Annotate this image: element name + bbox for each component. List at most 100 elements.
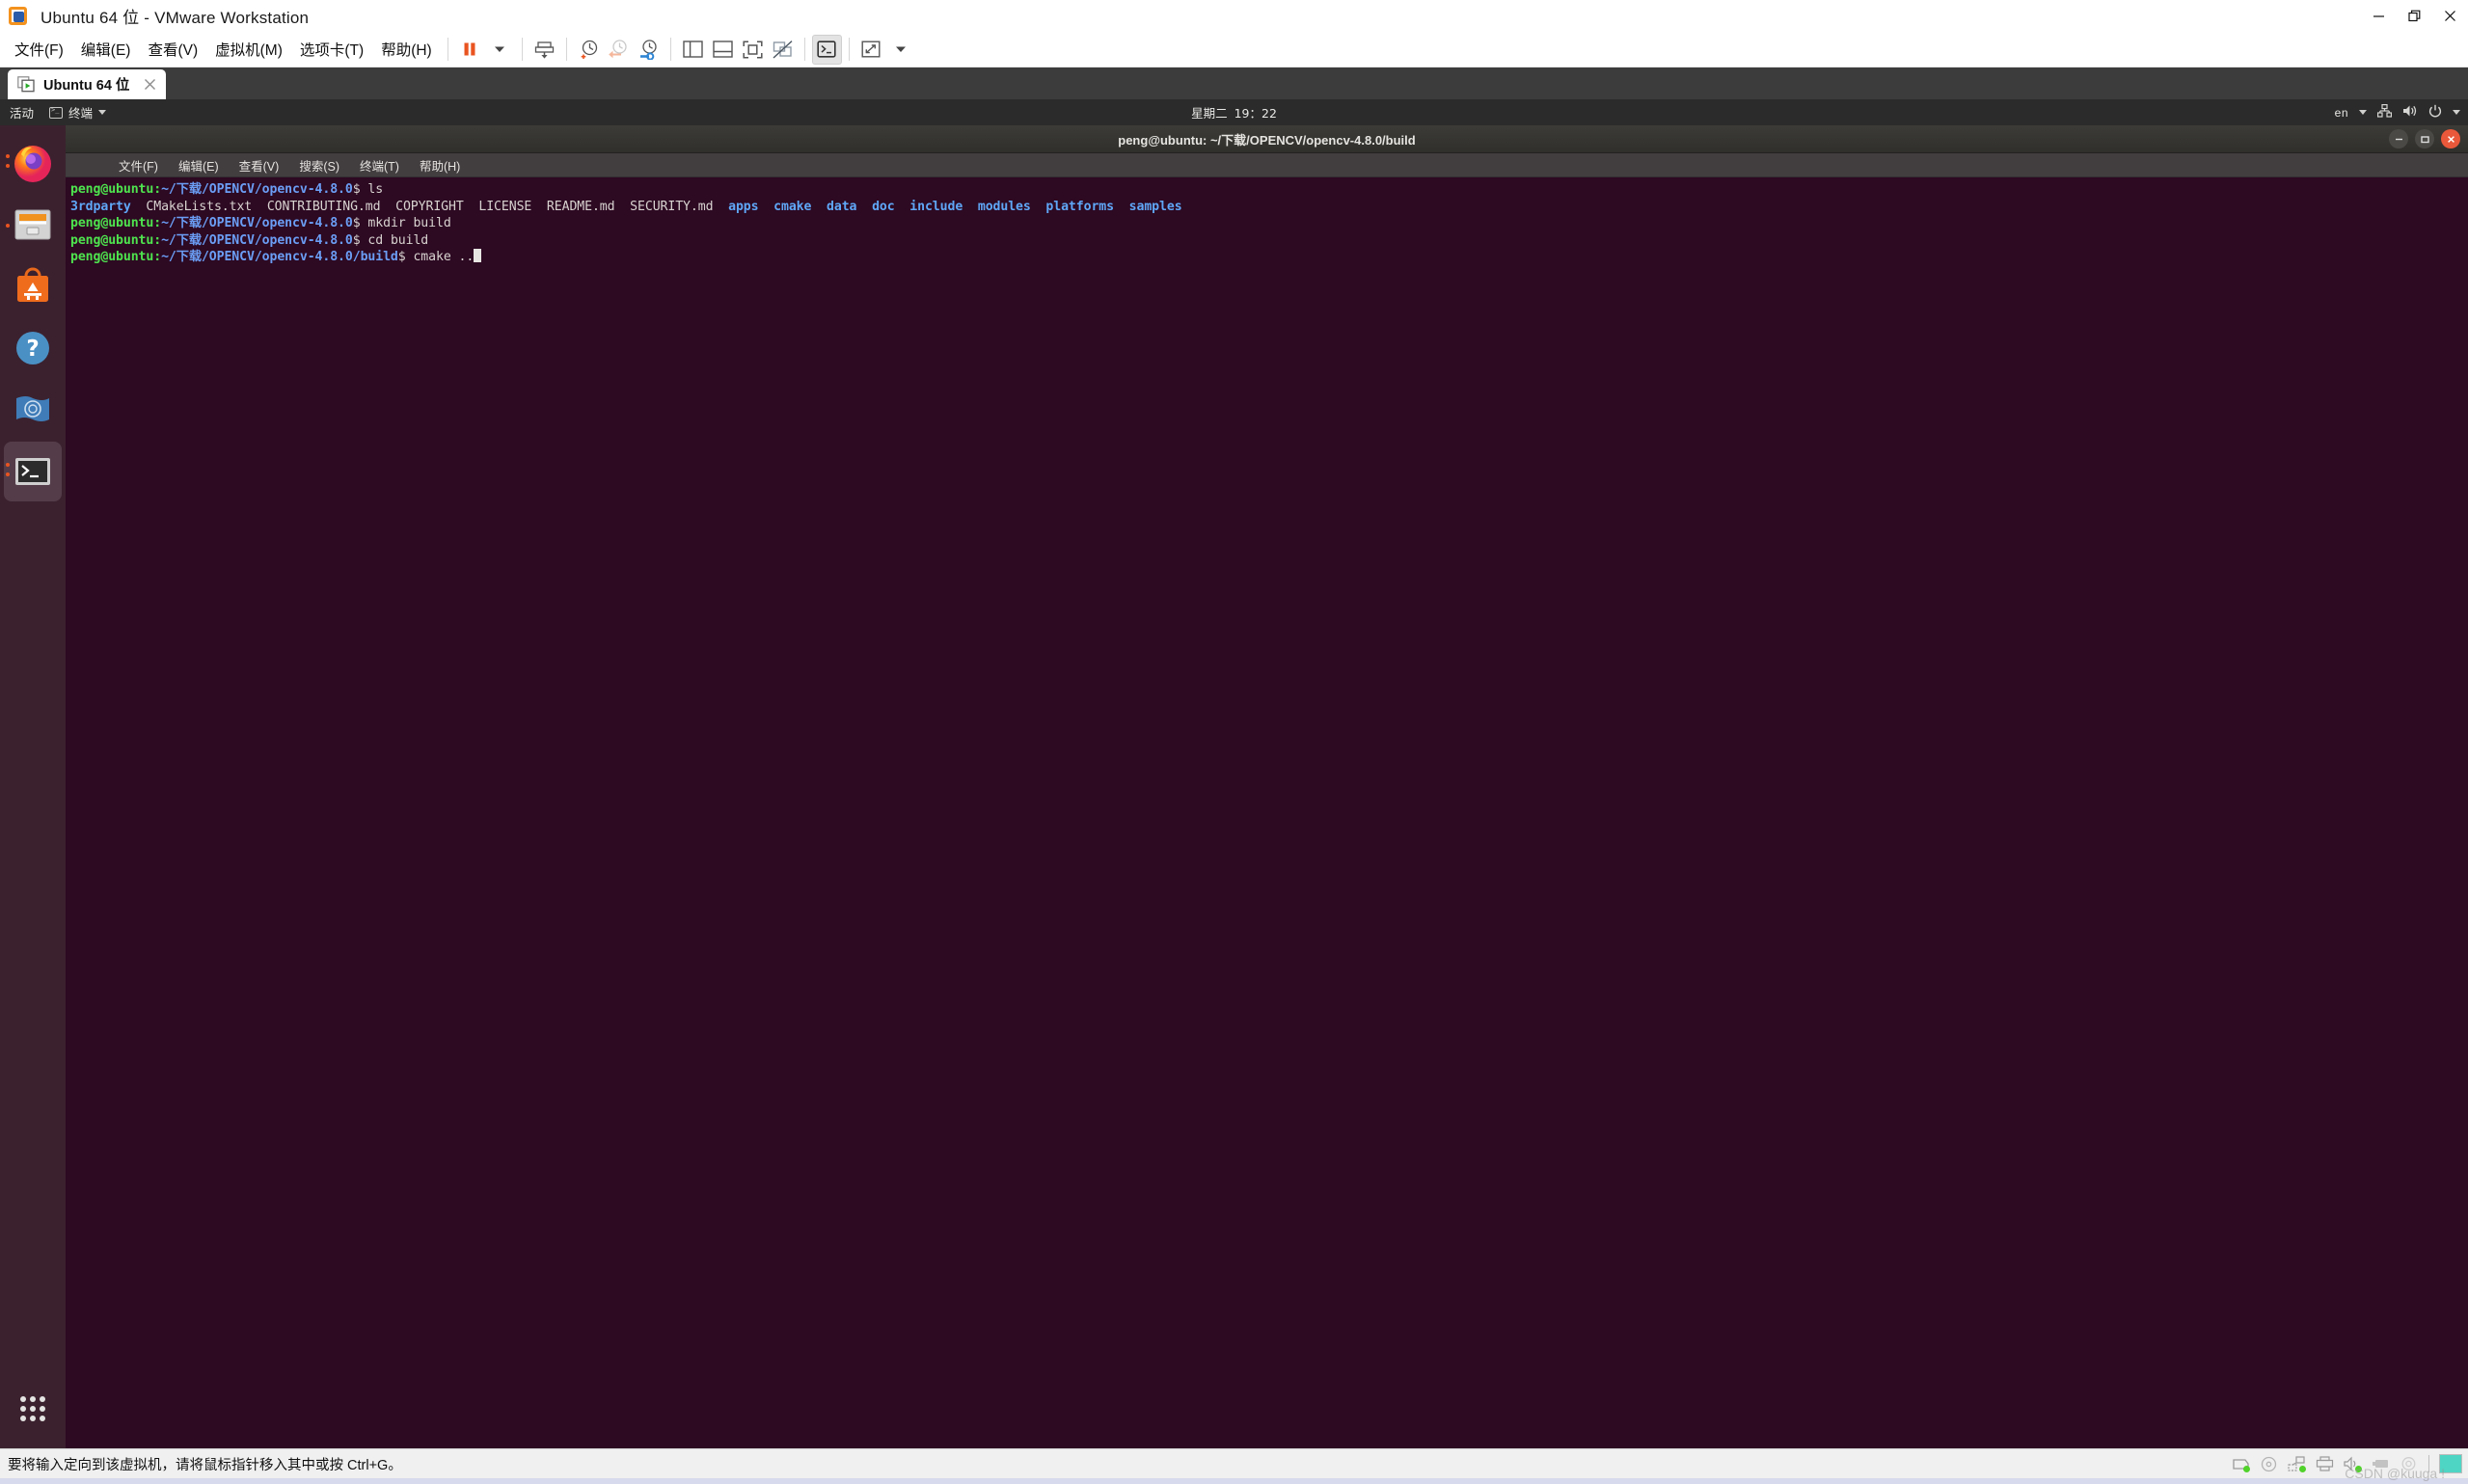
menu-file[interactable]: 文件(F): [6, 35, 72, 64]
activities-button[interactable]: 活动: [10, 103, 34, 121]
dock-item-firefox[interactable]: [4, 133, 62, 193]
status-network-icon[interactable]: [2286, 1454, 2307, 1473]
minimize-icon: [2395, 138, 2402, 140]
menu-edit[interactable]: 编辑(E): [72, 35, 140, 64]
network-icon: [2377, 104, 2393, 121]
vmware-workstation-window: Ubuntu 64 位 - VMware Workstation 文件(F) 编…: [0, 0, 2468, 1484]
help-icon: ?: [12, 327, 54, 369]
stretch-dropdown[interactable]: [886, 35, 916, 65]
show-applications-button[interactable]: [4, 1381, 62, 1437]
vmware-logo-icon: [8, 6, 29, 27]
terminal-cursor: [474, 249, 482, 263]
status-separator: [2428, 1455, 2429, 1472]
dock-item-amazon[interactable]: [4, 380, 62, 440]
terminal-line: peng@ubuntu:~/下载/OPENCV/opencv-4.8.0$ cd…: [70, 232, 2468, 250]
status-message: 要将输入定向到该虚拟机，请将鼠标指针移入其中或按 Ctrl+G。: [8, 1457, 402, 1473]
caret-down-icon: [2453, 110, 2460, 115]
volume-icon: [2402, 104, 2418, 121]
menu-help[interactable]: 帮助(H): [372, 35, 441, 64]
status-harddisk-icon[interactable]: [2230, 1454, 2251, 1473]
terminal-dir-entry: apps: [713, 199, 759, 214]
toolbar-separator: [848, 38, 850, 61]
menu-view[interactable]: 查看(V): [139, 35, 206, 64]
terminal-dir-entry: 3rdparty: [70, 199, 131, 214]
tab-close-button[interactable]: [141, 76, 158, 94]
close-button[interactable]: [2432, 0, 2468, 32]
terminal-dir-entry: doc: [856, 199, 895, 214]
terminal-prompt-sep: :: [153, 232, 162, 248]
caret-down-icon: [98, 110, 107, 115]
clock-button[interactable]: 星期二 19：22: [1191, 103, 1277, 121]
term-menu-file[interactable]: 文件(F): [119, 156, 158, 175]
keyboard-layout-indicator[interactable]: en: [2335, 106, 2348, 120]
power-dropdown[interactable]: [485, 35, 515, 65]
dock-item-help[interactable]: ?: [4, 318, 62, 378]
sidebar-panel-icon: [683, 40, 703, 58]
term-menu-view[interactable]: 查看(V): [239, 156, 280, 175]
clock-back-icon: [609, 40, 627, 59]
terminal-file-entry: CONTRIBUTING.md: [252, 199, 381, 214]
terminal-minimize-button[interactable]: [2389, 129, 2408, 148]
status-sound-icon[interactable]: [2342, 1454, 2363, 1473]
clock-wrench-icon: [640, 40, 657, 60]
console-view-button[interactable]: [811, 34, 842, 65]
suspend-button[interactable]: [455, 35, 485, 65]
terminal-command: $ ls: [352, 182, 384, 197]
unity-mode-button[interactable]: [768, 35, 798, 65]
status-usb-icon[interactable]: [2370, 1454, 2391, 1473]
fullscreen-button[interactable]: [738, 35, 768, 65]
maximize-icon: [2420, 135, 2429, 143]
toolbar-separator: [521, 38, 523, 61]
terminal-line: peng@ubuntu:~/下载/OPENCV/opencv-4.8.0$ mk…: [70, 215, 2468, 232]
terminal-icon: [49, 106, 64, 119]
tab-strip: Ubuntu 64 位: [0, 67, 2468, 99]
dock-item-files[interactable]: [4, 195, 62, 255]
term-menu-terminal[interactable]: 终端(T): [360, 156, 399, 175]
snapshot-manager-button[interactable]: [529, 35, 559, 65]
dock-item-terminal[interactable]: [4, 442, 62, 501]
system-indicators[interactable]: en: [2335, 104, 2460, 121]
status-cdrom-icon[interactable]: [2258, 1454, 2279, 1473]
terminal-file-entry: README.md: [531, 199, 615, 214]
terminal-output[interactable]: peng@ubuntu:~/下载/OPENCV/opencv-4.8.0$ ls…: [66, 177, 2468, 1448]
term-menu-edit[interactable]: 编辑(E): [178, 156, 219, 175]
show-library-button[interactable]: [678, 35, 708, 65]
menu-vm[interactable]: 虚拟机(M): [206, 35, 291, 64]
power-icon: [2428, 104, 2442, 121]
status-screen-thumbnail[interactable]: [2439, 1454, 2462, 1473]
restore-button[interactable]: [2397, 0, 2432, 32]
terminal-maximize-button[interactable]: [2415, 129, 2434, 148]
guest-screen[interactable]: 活动 终端 星期二 19：22 en: [0, 99, 2468, 1448]
term-menu-search[interactable]: 搜索(S): [299, 156, 339, 175]
menu-tabs[interactable]: 选项卡(T): [291, 35, 372, 64]
take-snapshot-button[interactable]: [574, 35, 604, 65]
minimize-button[interactable]: [2361, 0, 2397, 32]
terminal-dir-entry: samples: [1113, 199, 1182, 214]
terminal-prompt-user: peng@ubuntu: [70, 182, 154, 197]
terminal-prompt-sep: :: [153, 182, 162, 197]
gnome-topbar: 活动 终端 星期二 19：22 en: [0, 99, 2468, 125]
vm-running-icon: [17, 76, 36, 93]
terminal-dir-entry: cmake: [758, 199, 812, 214]
terminal-titlebar[interactable]: peng@ubuntu: ~/下载/OPENCV/opencv-4.8.0/bu…: [66, 125, 2468, 153]
flag-icon: [12, 389, 54, 431]
status-printer-icon[interactable]: [2314, 1454, 2335, 1473]
unity-disabled-icon: [773, 40, 793, 59]
app-menu-button[interactable]: 终端: [49, 103, 107, 121]
status-camera-icon[interactable]: [2398, 1454, 2419, 1473]
expand-arrows-icon: [861, 40, 881, 58]
dock-item-ubuntu-software[interactable]: [4, 256, 62, 316]
manage-snapshots-button[interactable]: [634, 35, 664, 65]
clock-day: 星期二: [1191, 107, 1228, 121]
term-menu-help[interactable]: 帮助(H): [420, 156, 460, 175]
revert-snapshot-button[interactable]: [604, 35, 634, 65]
tab-ubuntu-64[interactable]: Ubuntu 64 位: [8, 69, 167, 99]
menu-toolbar: 文件(F) 编辑(E) 查看(V) 虚拟机(M) 选项卡(T) 帮助(H): [0, 32, 2468, 67]
terminal-command: $ mkdir build: [352, 216, 451, 231]
terminal-dir-entry: platforms: [1030, 199, 1114, 214]
terminal-close-button[interactable]: [2441, 129, 2460, 148]
toolbar-separator: [669, 38, 671, 61]
show-thumbnails-button[interactable]: [708, 35, 738, 65]
stretch-view-button[interactable]: [856, 35, 886, 65]
caret-down-icon: [896, 46, 907, 52]
